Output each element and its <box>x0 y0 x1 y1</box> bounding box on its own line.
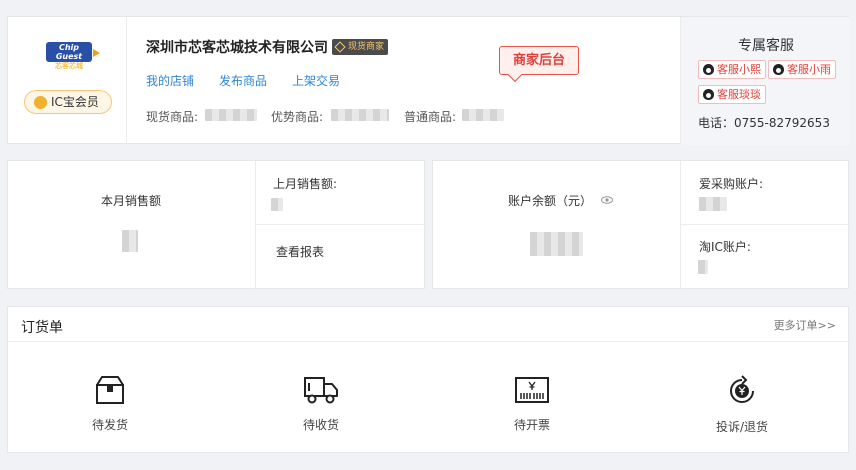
taoic-account-value-blurred <box>698 260 708 274</box>
divider <box>680 161 681 290</box>
order-pending-invoice[interactable]: 待开票 <box>497 375 567 433</box>
advantage-goods-label: 优势商品: <box>271 110 324 124</box>
logo-text: Chip Guest <box>55 43 83 61</box>
store-info-panel: Chip Guest 芯客芯城 IC宝会员 深圳市芯客芯城技术有限公司 现货商家… <box>7 16 850 145</box>
last-month-sales-label: 上月销售额: <box>273 177 338 191</box>
orders-title: 订货单 <box>21 320 63 336</box>
member-badge[interactable]: IC宝会员 <box>24 90 112 114</box>
qq-agent-button[interactable]: 客服小雨 <box>768 60 836 79</box>
sales-stats-panel: 本月销售额 上月销售额: 查看报表 <box>7 160 426 290</box>
divider <box>8 341 850 342</box>
medal-icon <box>34 96 47 109</box>
account-balance-label: 账户余额（元） <box>508 194 593 208</box>
box-icon <box>96 376 124 404</box>
more-orders-link[interactable]: 更多订单>> <box>774 317 836 333</box>
view-report-link[interactable]: 查看报表 <box>276 243 324 260</box>
aicaigou-account-value-blurred <box>699 197 727 211</box>
this-month-sales-value-blurred <box>122 230 138 252</box>
spot-goods-value-blurred <box>205 109 257 121</box>
divider <box>256 224 426 225</box>
divider <box>255 161 256 290</box>
order-pending-shipment[interactable]: 待发货 <box>75 375 145 433</box>
qq-agent-button[interactable]: 客服小熙 <box>698 60 766 79</box>
member-badge-label: IC宝会员 <box>51 95 99 109</box>
spot-goods-label: 现货商品: <box>146 110 199 124</box>
company-name: 深圳市芯客芯城技术有限公司 <box>146 40 328 56</box>
logo-subtext: 芯客芯城 <box>55 62 83 70</box>
shelf-trade-link[interactable]: 上架交易 <box>292 72 340 89</box>
service-phone: 电话：0755-82792653 <box>698 116 830 130</box>
order-status-label: 投诉/退货 <box>715 420 769 434</box>
service-title: 专属客服 <box>738 38 794 54</box>
taoic-account-label: 淘IC账户: <box>699 240 751 254</box>
this-month-sales-label: 本月销售额 <box>101 194 162 208</box>
qq-icon <box>773 64 784 75</box>
invoice-icon <box>515 377 549 403</box>
truck-icon <box>304 377 338 404</box>
order-complaint-refund[interactable]: 投诉/退货 <box>707 375 777 435</box>
agent-name: 客服琰琰 <box>717 88 761 101</box>
normal-goods-label: 普通商品: <box>404 110 457 124</box>
order-status-label: 待发货 <box>91 418 128 432</box>
store-logo: Chip Guest 芯客芯城 <box>46 42 100 70</box>
badge-label: 现货商家 <box>348 42 385 52</box>
diamond-icon <box>334 41 346 53</box>
agent-name: 客服小熙 <box>717 63 761 76</box>
account-balance-value-blurred <box>530 232 583 256</box>
order-pending-receipt[interactable]: 待收货 <box>286 375 356 433</box>
merchant-backend-button[interactable]: 商家后台 <box>499 46 579 75</box>
my-store-link[interactable]: 我的店铺 <box>146 72 194 89</box>
logo-column: Chip Guest 芯客芯城 IC宝会员 <box>8 17 127 145</box>
divider <box>681 224 850 225</box>
qq-icon <box>703 89 714 100</box>
logo-arrow-icon <box>93 49 100 57</box>
spot-merchant-badge: 现货商家 <box>332 39 389 55</box>
last-month-sales-value-blurred <box>271 198 283 211</box>
customer-service-panel: 专属客服 客服小熙 客服小雨 客服琰琰 电话：0755-82792653 <box>680 17 850 145</box>
aicaigou-account-label: 爱采购账户: <box>699 177 764 191</box>
account-stats-panel: 账户余额（元） 爱采购账户: 淘IC账户: <box>432 160 850 290</box>
agent-name: 客服小雨 <box>787 63 831 76</box>
eye-icon[interactable] <box>601 196 613 204</box>
order-status-label: 待开票 <box>513 418 550 432</box>
order-status-label: 待收货 <box>302 418 339 432</box>
orders-panel: 订货单 更多订单>> 待发货 待收货 待开票 投诉/退货 <box>7 306 850 453</box>
qq-icon <box>703 64 714 75</box>
normal-goods-value-blurred <box>462 109 504 121</box>
publish-goods-link[interactable]: 发布商品 <box>219 72 267 89</box>
advantage-goods-value-blurred <box>331 109 389 121</box>
qq-agent-button[interactable]: 客服琰琰 <box>698 85 766 104</box>
refund-icon <box>730 375 754 403</box>
